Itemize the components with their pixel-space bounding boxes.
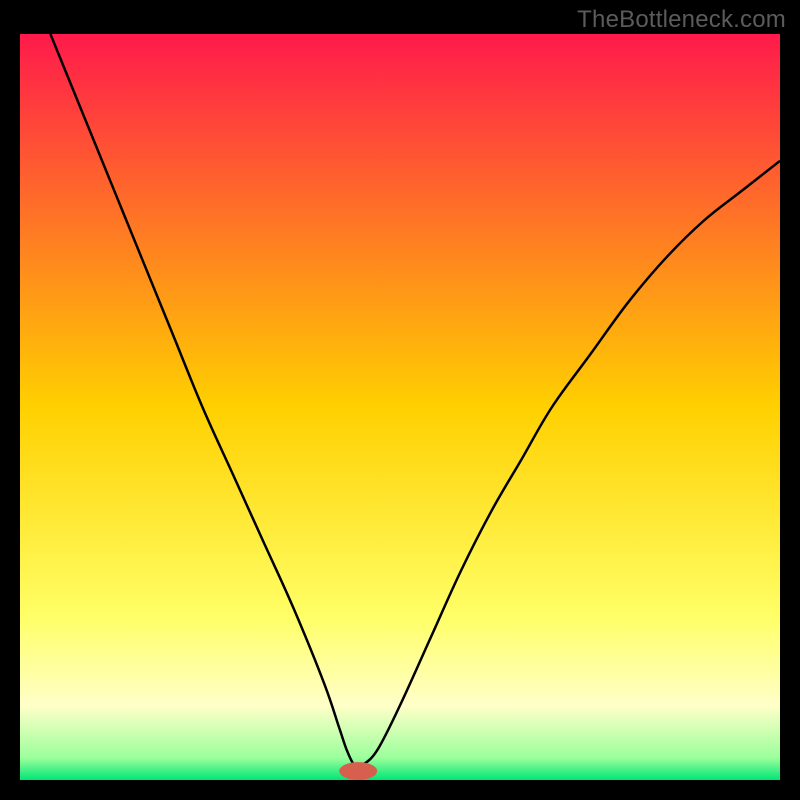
chart-background: [20, 34, 780, 780]
watermark-text: TheBottleneck.com: [577, 6, 786, 34]
chart-frame: TheBottleneck.com: [0, 0, 800, 800]
chart-svg: [20, 34, 780, 780]
plot-area: [20, 34, 780, 780]
optimal-point-marker: [339, 762, 377, 780]
